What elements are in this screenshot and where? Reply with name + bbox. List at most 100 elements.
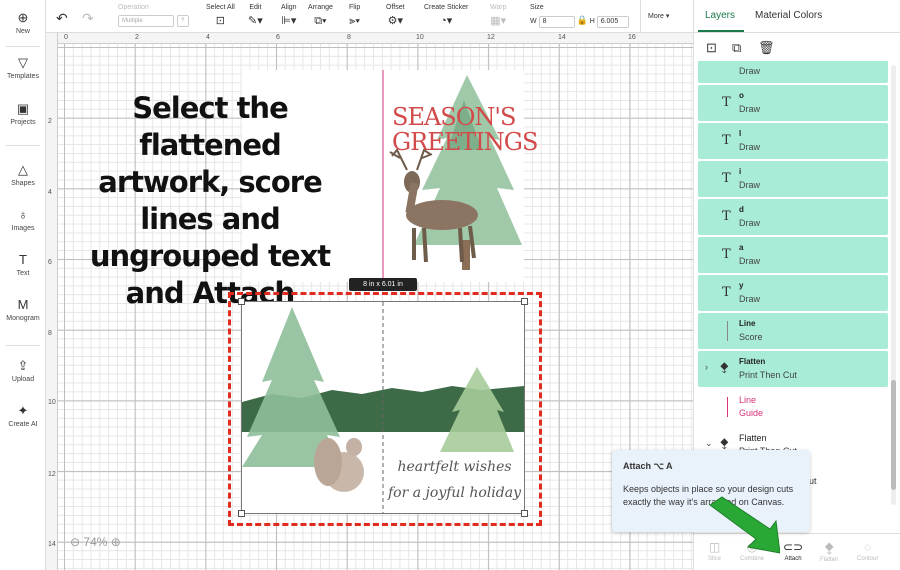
pen-icon: ✎▾: [248, 15, 263, 27]
duplicate-icon[interactable]: ⧉: [732, 40, 741, 56]
instruction-caption: Select the flattened artwork, score line…: [89, 91, 331, 310]
nav-new[interactable]: ⊕ New: [0, 10, 46, 35]
layer-row[interactable]: T l Draw: [698, 123, 888, 159]
selection-box: [241, 301, 525, 514]
flip-button[interactable]: Flip ⫸▾: [349, 4, 360, 27]
layer-name: Flatten: [739, 357, 766, 366]
nav-projects[interactable]: ▣ Projects: [0, 101, 46, 126]
ruler-label: 0: [64, 34, 68, 41]
flatten-layer-icon: ⧪: [720, 437, 729, 449]
line-layer-icon: [727, 397, 728, 417]
flip-icon: ⫸▾: [349, 15, 361, 27]
zoom-in-icon[interactable]: ⊕: [111, 535, 121, 549]
ruler-label: 10: [416, 34, 424, 41]
text-layer-icon: T: [722, 209, 731, 224]
zoom-out-icon[interactable]: ⊖: [70, 535, 80, 549]
nav-label: New: [15, 28, 30, 35]
ruler-label: 14: [558, 34, 566, 41]
attach-button[interactable]: ⊂⊃ Attach: [783, 540, 803, 562]
width-input[interactable]: 8: [538, 16, 575, 28]
zoom-control[interactable]: ⊖ 74% ⊕: [70, 535, 121, 549]
shapes-icon: △: [18, 162, 28, 177]
select-all-button[interactable]: Select All ⊡: [206, 4, 235, 27]
layer-type: Draw: [739, 180, 761, 190]
layer-row[interactable]: Draw: [698, 61, 888, 83]
group-icon[interactable]: ⊡: [706, 40, 717, 56]
attach-label: Attach: [784, 556, 802, 562]
shirt-icon: ▽: [18, 55, 28, 70]
contour-icon: ◌: [864, 540, 872, 554]
ruler-label: 8: [48, 330, 52, 337]
layer-type: Draw: [739, 104, 761, 114]
arrange-label: Arrange: [308, 4, 333, 11]
create-sticker-button[interactable]: Create Sticker ◔▾: [424, 4, 468, 27]
scrollbar-thumb[interactable]: [891, 380, 896, 490]
operation-info-icon[interactable]: ?: [177, 15, 189, 27]
contour-button[interactable]: ◌ Contour: [857, 540, 878, 562]
top-toolbar: ↶ ↷ Operation Multiple ? Select All ⊡ Edi…: [46, 0, 693, 33]
layer-row[interactable]: T a Draw: [698, 237, 888, 273]
flatten-layer-icon: ⧪: [720, 361, 729, 373]
nav-monogram[interactable]: M Monogram: [0, 297, 46, 322]
resize-handle[interactable]: [238, 510, 245, 517]
nav-templates[interactable]: ▽ Templates: [0, 55, 46, 80]
layer-row[interactable]: T d Draw: [698, 199, 888, 235]
line-layer-icon: [727, 321, 728, 341]
ruler-label: 10: [48, 399, 56, 406]
operation-control[interactable]: Operation Multiple ?: [118, 4, 189, 27]
nav-text[interactable]: T Text: [0, 252, 46, 277]
resize-handle[interactable]: [238, 298, 245, 305]
ruler-label: 6: [48, 259, 52, 266]
text-layer-icon: T: [722, 95, 731, 110]
chevron-down-icon[interactable]: ⌄: [705, 438, 713, 449]
nav-upload[interactable]: ⇪ Upload: [0, 358, 46, 383]
layer-row[interactable]: T o Draw: [698, 85, 888, 121]
text-layer-icon: T: [722, 133, 731, 148]
undo-button[interactable]: ↶: [56, 9, 68, 25]
more-label: More ▾: [648, 13, 670, 20]
operation-select[interactable]: Multiple: [118, 15, 174, 27]
attach-icon: ⊂⊃: [783, 540, 804, 554]
nav-create-ai[interactable]: ✦ Create AI: [0, 403, 46, 428]
flatten-button[interactable]: ⧪ Flatten: [820, 540, 838, 563]
nav-label: Create AI: [8, 421, 38, 428]
nav-shapes[interactable]: △ Shapes: [0, 162, 46, 187]
size-label: Size: [530, 4, 544, 11]
redo-icon: ↷: [82, 10, 94, 26]
delete-icon[interactable]: 🗑: [758, 40, 775, 56]
warp-button[interactable]: Warp ▦▾: [490, 4, 506, 27]
layer-type: Draw: [739, 142, 761, 152]
tab-material-colors[interactable]: Material Colors: [755, 10, 822, 21]
lock-icon[interactable]: 🔒: [577, 15, 588, 25]
height-label: H: [589, 18, 595, 25]
left-navigation: ⊕ New ▽ Templates ▣ Projects △ Shapes ♁ Image…: [0, 0, 46, 570]
layer-name: y: [739, 281, 744, 290]
warp-label: Warp: [490, 4, 507, 11]
tab-layers[interactable]: Layers: [705, 10, 735, 21]
chevron-right-icon[interactable]: ›: [705, 362, 708, 372]
edit-button[interactable]: Edit ✎▾: [248, 4, 263, 27]
layer-name: Flatten: [739, 433, 767, 443]
divider: [6, 46, 40, 47]
layer-type: Print Then Cut: [739, 370, 797, 380]
redo-button[interactable]: ↷: [82, 9, 94, 26]
height-input[interactable]: 6.005: [596, 16, 629, 28]
resize-handle[interactable]: [521, 298, 528, 305]
layer-row[interactable]: T i Draw: [698, 161, 888, 197]
layer-row[interactable]: › ⧪ Flatten Print Then Cut: [698, 351, 888, 387]
zoom-level: 74%: [83, 535, 108, 549]
layer-row[interactable]: Line Guide: [698, 389, 888, 425]
select-all-icon: ⊡: [215, 15, 225, 27]
resize-handle[interactable]: [521, 510, 528, 517]
tooltip-title: Attach ⌥ A: [623, 461, 673, 471]
layer-row[interactable]: T y Draw: [698, 275, 888, 311]
more-button[interactable]: More ▾: [648, 13, 669, 21]
arrange-button[interactable]: Arrange ⧉▾: [308, 4, 333, 27]
nav-images[interactable]: ♁ Images: [0, 207, 46, 232]
layer-type: Draw: [739, 218, 761, 228]
align-button[interactable]: Align ⊫▾: [281, 4, 297, 27]
layer-row[interactable]: Line Score: [698, 313, 888, 349]
layers-scrollbar[interactable]: [891, 65, 896, 505]
offset-button[interactable]: Offset ⚙▾: [386, 4, 405, 27]
text-layer-icon: T: [722, 171, 731, 186]
